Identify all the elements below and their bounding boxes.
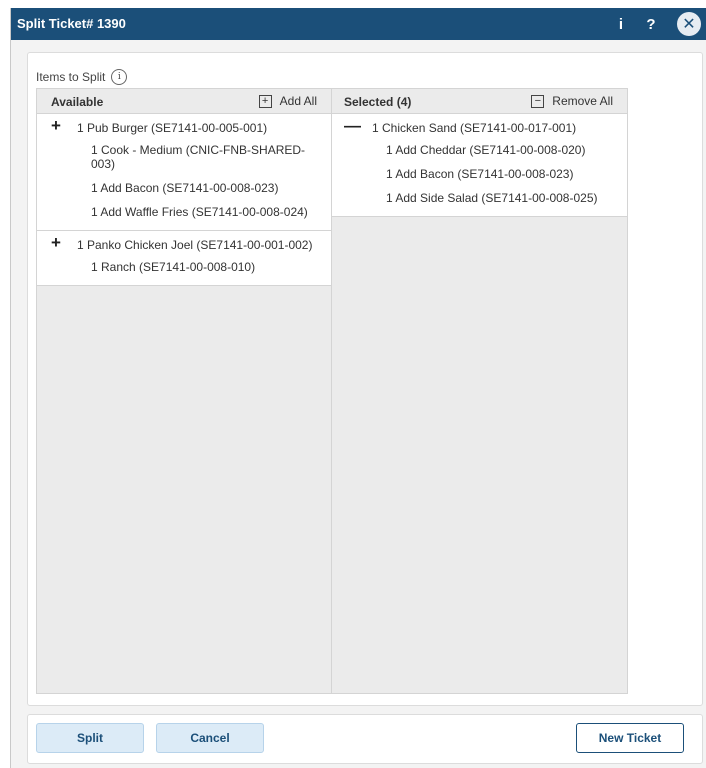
remove-all-label: Remove All <box>552 94 613 108</box>
selected-item-label: 1 Chicken Sand (SE7141-00-017-001) <box>372 121 577 135</box>
selected-title: Selected (4) <box>344 95 412 109</box>
selected-group: — 1 Chicken Sand (SE7141-00-017-001) 1 Add… <box>332 114 627 217</box>
split-button[interactable]: Split <box>36 723 144 753</box>
collapse-minus-icon[interactable]: — <box>344 117 361 134</box>
info-circle-icon[interactable]: i <box>111 69 128 85</box>
available-title: Available <box>51 95 104 109</box>
expand-plus-icon[interactable]: + <box>49 234 63 251</box>
dialog-title: Split Ticket# 1390 <box>17 16 126 31</box>
items-to-split-text: Items to Split <box>36 70 106 84</box>
available-modifier-item[interactable]: 1 Add Waffle Fries (SE7141-00-008-024) <box>37 200 331 224</box>
split-ticket-dialog: Split Ticket# 1390 i ? ✕ Items to Split … <box>10 8 706 768</box>
selected-modifier-item[interactable]: 1 Add Side Salad (SE7141-00-008-025) <box>332 186 627 210</box>
selected-header: Selected (4) − Remove All <box>332 89 627 114</box>
new-ticket-button[interactable]: New Ticket <box>576 723 684 753</box>
close-icon[interactable]: ✕ <box>677 12 701 36</box>
available-modifier-item[interactable]: 1 Cook - Medium (CNIC-FNB-SHARED-003) <box>37 138 331 176</box>
help-icon[interactable]: ? <box>639 12 663 36</box>
available-list: +1 Pub Burger (SE7141-00-005-001) 1 Cook … <box>37 114 331 286</box>
add-all-button[interactable]: + Add All <box>258 94 317 108</box>
expand-plus-icon[interactable]: + <box>49 117 63 134</box>
available-column: Available + Add All +1 Pub Burger (SE714… <box>36 88 332 694</box>
available-item-label: 1 Pub Burger (SE7141-00-005-001) <box>77 121 268 135</box>
plus-box-icon: + <box>258 94 272 108</box>
info-icon[interactable]: i <box>609 12 633 36</box>
selected-column: Selected (4) − Remove All — 1 Chicken San… <box>332 88 628 694</box>
available-modifier-item[interactable]: 1 Ranch (SE7141-00-008-010) <box>37 255 331 279</box>
cancel-button[interactable]: Cancel <box>156 723 264 753</box>
minus-box-icon: − <box>531 94 545 108</box>
selected-modifier-item[interactable]: 1 Add Bacon (SE7141-00-008-023) <box>332 162 627 186</box>
available-item[interactable]: +1 Pub Burger (SE7141-00-005-001) <box>37 117 331 138</box>
available-header: Available + Add All <box>37 89 331 114</box>
remove-all-button[interactable]: − Remove All <box>531 94 613 108</box>
selected-list: — 1 Chicken Sand (SE7141-00-017-001) 1 Add… <box>332 114 627 217</box>
add-all-label: Add All <box>279 94 317 108</box>
dialog-footer: Split Cancel New Ticket <box>27 714 703 764</box>
available-group: +1 Panko Chicken Joel (SE7141-00-001-002… <box>37 231 331 286</box>
items-to-split-label: Items to Split i <box>36 69 128 85</box>
selected-item[interactable]: — 1 Chicken Sand (SE7141-00-017-001) <box>332 117 627 138</box>
available-group: +1 Pub Burger (SE7141-00-005-001) 1 Cook … <box>37 114 331 231</box>
available-modifier-item[interactable]: 1 Add Bacon (SE7141-00-008-023) <box>37 176 331 200</box>
selected-modifier-item[interactable]: 1 Add Cheddar (SE7141-00-008-020) <box>332 138 627 162</box>
available-item-label: 1 Panko Chicken Joel (SE7141-00-001-002) <box>77 238 313 252</box>
available-item[interactable]: +1 Panko Chicken Joel (SE7141-00-001-002… <box>37 234 331 255</box>
items-panel: Items to Split i Available + Add All +1 … <box>27 52 703 706</box>
title-bar: Split Ticket# 1390 i ? ✕ <box>11 8 706 40</box>
